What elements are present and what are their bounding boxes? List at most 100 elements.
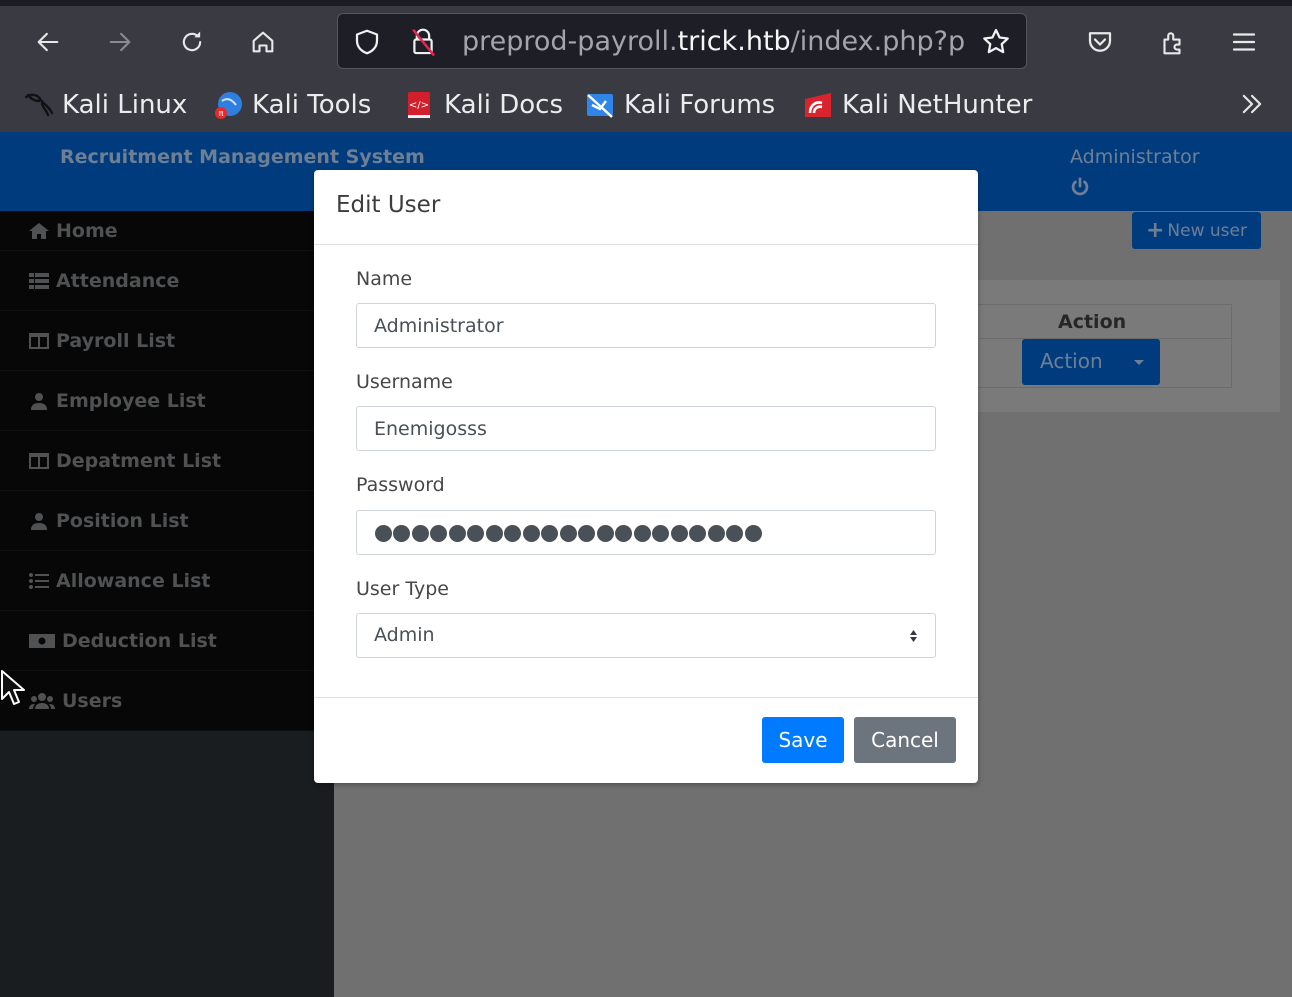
money-bill-icon	[28, 631, 56, 651]
user-tie-icon	[28, 391, 50, 411]
password-mask-dot	[596, 524, 615, 542]
edit-user-modal: Edit User Name Username Password User Ty…	[314, 170, 978, 783]
url-subdomain: preprod-payroll.	[462, 26, 678, 57]
password-mask-dot	[670, 524, 689, 542]
kali-docs-icon: </>	[408, 92, 430, 118]
columns-icon	[28, 451, 50, 471]
more-bookmarks-chevron-icon[interactable]	[1238, 90, 1266, 126]
pocket-button[interactable]	[1080, 22, 1120, 62]
svg-text:π: π	[219, 109, 224, 118]
columns-icon	[28, 331, 50, 351]
bookmark-kali-nethunter[interactable]: Kali NetHunter	[802, 88, 1032, 122]
bookmark-kali-docs[interactable]: </> Kali Docs	[404, 88, 563, 122]
current-user-name[interactable]: Administrator	[1070, 146, 1200, 168]
power-logout-icon[interactable]	[1069, 176, 1091, 198]
sidebar-item-employee-list[interactable]: Employee List	[0, 371, 314, 431]
password-mask-dot	[578, 524, 597, 542]
extensions-button[interactable]	[1152, 22, 1192, 62]
password-mask-dot	[374, 524, 393, 542]
bookmark-kali-forums[interactable]: Kali Forums	[584, 88, 775, 122]
password-mask-dot	[504, 524, 523, 542]
forward-button[interactable]	[100, 22, 140, 62]
insecure-lock-icon[interactable]	[408, 26, 438, 58]
bookmark-label: Kali Forums	[624, 90, 776, 120]
sidebar-item-users[interactable]: Users	[0, 671, 314, 731]
username-label: Username	[356, 371, 453, 393]
home-outline-icon	[252, 31, 274, 53]
action-label: Action	[1040, 349, 1103, 373]
sidebar-item-deduction-list[interactable]: Deduction List	[0, 611, 314, 671]
sidebar-item-label: Employee List	[56, 389, 206, 412]
username-input[interactable]	[356, 406, 936, 451]
home-button[interactable]	[243, 22, 283, 62]
kali-forums-icon	[587, 94, 613, 118]
sidebar-nav: Home Attendance Payroll List Employee Li…	[0, 211, 314, 731]
sidebar-item-attendance[interactable]: Attendance	[0, 251, 314, 311]
sidebar-item-label: Allowance List	[56, 569, 211, 592]
bookmark-label: Kali Docs	[444, 90, 564, 120]
bookmark-star-icon[interactable]	[980, 26, 1012, 58]
list-ul-icon	[28, 571, 50, 591]
sidebar-item-payroll-list[interactable]: Payroll List	[0, 311, 314, 371]
sidebar-item-label: Payroll List	[56, 329, 176, 352]
password-mask-dot	[615, 524, 634, 542]
kali-dragon-icon	[24, 93, 54, 117]
cancel-button[interactable]: Cancel	[854, 717, 956, 763]
password-mask-dot	[689, 524, 708, 542]
row-action-dropdown-button[interactable]: Action	[1022, 339, 1160, 385]
password-mask-dot	[633, 524, 652, 542]
url-path: /index.php?p	[790, 26, 966, 57]
password-mask-dot	[522, 524, 541, 542]
password-mask-dot	[485, 524, 504, 542]
user-type-select[interactable]: Admin	[356, 613, 936, 658]
password-mask-dot	[559, 524, 578, 542]
sidebar-item-label: Position List	[56, 509, 189, 532]
back-button[interactable]	[28, 22, 68, 62]
password-input[interactable]	[356, 510, 936, 555]
modal-title: Edit User	[336, 192, 441, 218]
reload-icon	[182, 31, 202, 52]
sidebar-item-allowance-list[interactable]: Allowance List	[0, 551, 314, 611]
tracking-shield-icon[interactable]	[352, 27, 382, 57]
url-domain: trick.htb	[677, 26, 791, 57]
select-arrows-icon	[910, 630, 917, 642]
plus-icon: +	[1145, 218, 1165, 243]
new-user-label: New user	[1167, 220, 1247, 241]
user-tie-icon	[28, 511, 50, 531]
bookmark-kali-tools[interactable]: π Kali Tools	[212, 88, 371, 122]
password-mask-dot	[541, 524, 560, 542]
bookmarks-toolbar: Kali Linux π Kali Tools </> Kali Docs Ka…	[0, 78, 1292, 132]
sidebar-item-department-list[interactable]: Depatment List	[0, 431, 314, 491]
sidebar-item-label: Depatment List	[56, 449, 222, 472]
bookmark-label: Kali NetHunter	[842, 90, 1033, 120]
sidebar-item-label: Deduction List	[62, 629, 217, 652]
mouse-pointer-icon	[1, 670, 25, 705]
password-mask-dot	[467, 524, 486, 542]
caret-down-icon	[1134, 360, 1144, 365]
column-header-action: Action	[1058, 311, 1127, 333]
svg-text:</>: </>	[409, 100, 429, 111]
pocket-icon	[1088, 32, 1112, 52]
password-mask-dot	[744, 524, 763, 542]
app-menu-button[interactable]	[1224, 22, 1264, 62]
user-type-selected: Admin	[374, 624, 435, 646]
password-mask-dot	[707, 524, 726, 542]
url-bar[interactable]: preprod-payroll.trick.htb/index.php?p	[337, 13, 1027, 69]
modal-header: Edit User	[314, 170, 978, 245]
sidebar-item-home[interactable]: Home	[0, 211, 314, 251]
url-text[interactable]: preprod-payroll.trick.htb/index.php?p	[462, 26, 972, 57]
kali-nethunter-icon	[805, 93, 831, 117]
bookmark-kali-linux[interactable]: Kali Linux	[22, 88, 187, 122]
kali-tools-icon: π	[215, 92, 242, 119]
new-user-button[interactable]: + New user	[1132, 212, 1261, 249]
sidebar-item-position-list[interactable]: Position List	[0, 491, 314, 551]
table-header: Action	[961, 305, 1231, 339]
reload-button[interactable]	[172, 22, 212, 62]
save-button[interactable]: Save	[762, 717, 844, 763]
list-icon	[28, 271, 50, 291]
name-input[interactable]	[356, 303, 936, 348]
bookmark-label: Kali Linux	[62, 90, 188, 120]
password-mask-dot	[430, 524, 449, 542]
password-mask-dot	[652, 524, 671, 542]
password-mask-dot	[411, 524, 430, 542]
